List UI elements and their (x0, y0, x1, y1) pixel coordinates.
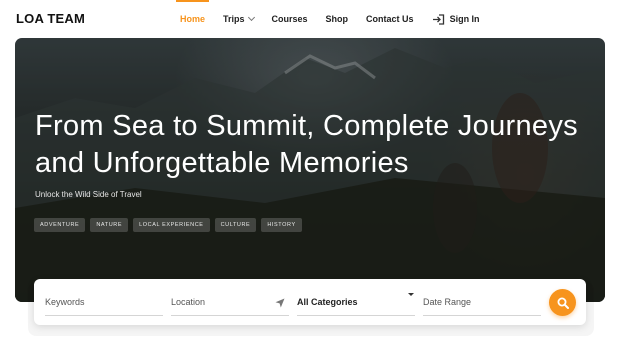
location-field (171, 289, 289, 316)
nav-item-label: Shop (325, 14, 349, 24)
nav-item-trips[interactable]: Trips (223, 0, 255, 38)
logo[interactable]: LOA TEAM (16, 11, 85, 26)
search-button[interactable] (549, 289, 576, 316)
location-arrow-icon (275, 298, 285, 308)
nav-item-contact-us[interactable]: Contact Us (366, 0, 414, 38)
hero-tags: ADVENTURE NATURE LOCAL EXPERIENCE CULTUR… (34, 218, 307, 232)
main-nav: Home Trips Courses Shop Contact Us Sign … (175, 0, 498, 38)
hero-banner: From Sea to Summit, Complete Journeys an… (15, 38, 605, 302)
tag-culture[interactable]: CULTURE (214, 218, 257, 232)
search-panel: All Categories (34, 279, 586, 325)
tag-history[interactable]: HISTORY (261, 218, 302, 232)
sign-in-link[interactable]: Sign In (432, 0, 480, 38)
nav-item-courses[interactable]: Courses (272, 0, 308, 38)
tag-local-experience[interactable]: LOCAL EXPERIENCE (133, 218, 210, 232)
nav-item-shop[interactable]: Shop (326, 0, 349, 38)
sign-in-icon (432, 13, 444, 25)
hero-title: From Sea to Summit, Complete Journeys an… (35, 110, 578, 179)
nav-item-home[interactable]: Home (175, 0, 210, 38)
date-range-field (423, 289, 541, 316)
category-select[interactable]: All Categories (297, 289, 415, 316)
site-header: LOA TEAM Home Trips Courses Shop Contact… (0, 0, 620, 38)
search-icon (557, 297, 569, 309)
chevron-down-icon (247, 13, 255, 22)
tag-adventure[interactable]: ADVENTURE (34, 218, 86, 232)
caret-down-icon (408, 293, 414, 296)
tag-nature[interactable]: NATURE (90, 218, 129, 232)
category-value: All Categories (297, 297, 358, 307)
location-input[interactable] (171, 289, 289, 315)
nav-item-label: Home (180, 14, 206, 24)
nav-item-label: Courses (271, 14, 308, 24)
nav-item-label: Contact Us (366, 14, 414, 24)
sign-in-label: Sign In (449, 14, 480, 24)
keywords-input[interactable] (45, 289, 163, 315)
date-range-input[interactable] (423, 289, 541, 315)
keywords-field (45, 289, 163, 316)
hero-subtitle: Unlock the Wild Side of Travel (35, 190, 142, 199)
nav-item-label: Trips (223, 14, 245, 24)
